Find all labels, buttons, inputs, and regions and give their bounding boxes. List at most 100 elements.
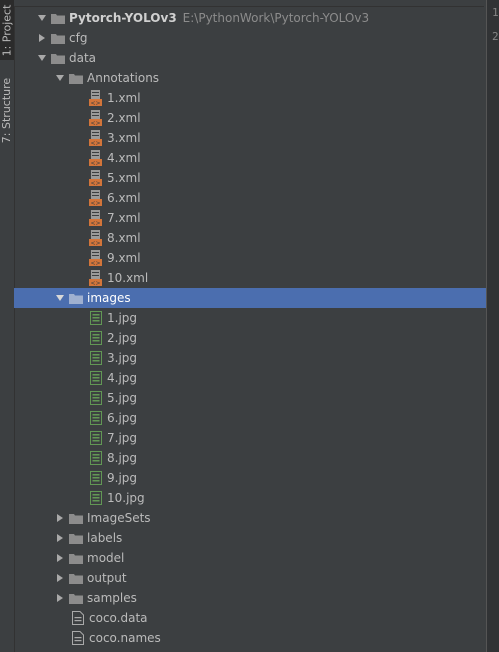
file-label: 9.xml: [107, 251, 141, 265]
project-tree[interactable]: Pytorch-YOLOv3 E:\PythonWork\Pytorch-YOL…: [14, 8, 486, 648]
tree-row-file[interactable]: 8.jpg: [14, 448, 486, 468]
chevron-right-icon[interactable]: [52, 530, 68, 546]
folder-icon: [68, 570, 84, 586]
tree-row-file[interactable]: <> 7.xml: [14, 208, 486, 228]
file-label: 9.jpg: [107, 471, 138, 485]
chevron-down-icon[interactable]: [34, 50, 50, 66]
svg-text:<>: <>: [90, 280, 100, 286]
tree-row-file[interactable]: 7.jpg: [14, 428, 486, 448]
tree-row-file[interactable]: 2.jpg: [14, 328, 486, 348]
folder-label: output: [87, 571, 127, 585]
tree-row-root[interactable]: Pytorch-YOLOv3 E:\PythonWork\Pytorch-YOL…: [14, 8, 486, 28]
tree-row-file[interactable]: coco.data: [14, 608, 486, 628]
folder-label-cfg: cfg: [69, 31, 88, 45]
svg-text:<>: <>: [90, 120, 100, 126]
tree-row-file[interactable]: <> 1.xml: [14, 88, 486, 108]
tree-row-cfg[interactable]: cfg: [14, 28, 486, 48]
xml-file-icon: <>: [88, 150, 104, 166]
svg-text:<>: <>: [90, 260, 100, 266]
tree-row-file[interactable]: 1.jpg: [14, 308, 486, 328]
tree-row-images[interactable]: images: [14, 288, 486, 308]
image-file-icon: [88, 350, 104, 366]
folder-label-data: data: [69, 51, 97, 65]
editor-line-gutter: 1 2: [486, 0, 499, 652]
folder-icon: [68, 530, 84, 546]
structure-tool-tab[interactable]: 7: Structure: [0, 70, 14, 150]
project-tool-tab[interactable]: 1: Project: [0, 0, 14, 60]
file-label: 10.jpg: [107, 491, 145, 505]
tree-row-file[interactable]: 6.jpg: [14, 408, 486, 428]
file-label: 8.jpg: [107, 451, 138, 465]
chevron-right-icon[interactable]: [34, 30, 50, 46]
chevron-down-icon[interactable]: [34, 10, 50, 26]
tree-row-file[interactable]: <> 3.xml: [14, 128, 486, 148]
folder-icon: [50, 10, 66, 26]
svg-text:<>: <>: [90, 140, 100, 146]
tree-row-file[interactable]: 10.jpg: [14, 488, 486, 508]
file-label: 7.jpg: [107, 431, 138, 445]
image-file-icon: [88, 490, 104, 506]
folder-icon: [68, 510, 84, 526]
tree-row-file[interactable]: <> 9.xml: [14, 248, 486, 268]
tree-row-file[interactable]: <> 5.xml: [14, 168, 486, 188]
tree-row-file[interactable]: <> 6.xml: [14, 188, 486, 208]
tree-row-file[interactable]: <> 4.xml: [14, 148, 486, 168]
file-label: 3.xml: [107, 131, 141, 145]
tree-row-file[interactable]: 3.jpg: [14, 348, 486, 368]
tree-row-file[interactable]: <> 2.xml: [14, 108, 486, 128]
file-label: 2.jpg: [107, 331, 138, 345]
xml-file-icon: <>: [88, 230, 104, 246]
folder-label-annotations: Annotations: [87, 71, 160, 85]
folder-icon: [68, 290, 84, 306]
tree-row-data[interactable]: data: [14, 48, 486, 68]
file-label: 4.jpg: [107, 371, 138, 385]
chevron-down-icon[interactable]: [52, 290, 68, 306]
image-file-icon: [88, 430, 104, 446]
svg-text:<>: <>: [90, 100, 100, 106]
chevron-right-icon[interactable]: [52, 570, 68, 586]
structure-tab-label: 7: Structure: [0, 77, 14, 143]
file-label: coco.names: [89, 631, 161, 645]
image-file-icon: [88, 330, 104, 346]
folder-label: labels: [87, 531, 123, 545]
folder-icon: [50, 50, 66, 66]
image-file-icon: [88, 370, 104, 386]
tree-row-file[interactable]: 5.jpg: [14, 388, 486, 408]
folder-label: ImageSets: [87, 511, 151, 525]
tree-row-file[interactable]: coco.names: [14, 628, 486, 648]
image-file-icon: [88, 450, 104, 466]
tree-row-folder[interactable]: output: [14, 568, 486, 588]
folder-icon: [68, 70, 84, 86]
xml-file-icon: <>: [88, 270, 104, 286]
folder-label-images: images: [87, 291, 131, 305]
file-label: 8.xml: [107, 231, 141, 245]
tree-row-folder[interactable]: labels: [14, 528, 486, 548]
tree-row-file[interactable]: <> 10.xml: [14, 268, 486, 288]
tree-row-folder[interactable]: samples: [14, 588, 486, 608]
file-label: 1.xml: [107, 91, 141, 105]
data-file-list: coco.data coco.names: [14, 608, 486, 648]
tree-row-file[interactable]: 9.jpg: [14, 468, 486, 488]
text-file-icon: [70, 630, 86, 646]
chevron-down-icon[interactable]: [52, 70, 68, 86]
project-tab-label: 1: Project: [0, 4, 14, 56]
tree-row-folder[interactable]: model: [14, 548, 486, 568]
chevron-right-icon[interactable]: [52, 590, 68, 606]
tree-row-file[interactable]: <> 8.xml: [14, 228, 486, 248]
file-label: 5.jpg: [107, 391, 138, 405]
tool-window-bar: 1: Project 7: Structure: [0, 0, 15, 652]
tree-row-file[interactable]: 4.jpg: [14, 368, 486, 388]
chevron-right-icon[interactable]: [52, 550, 68, 566]
image-file-icon: [88, 410, 104, 426]
image-file-icon: [88, 390, 104, 406]
file-label: 10.xml: [107, 271, 149, 285]
file-label: 2.xml: [107, 111, 141, 125]
chevron-right-icon[interactable]: [52, 510, 68, 526]
file-label: 6.jpg: [107, 411, 138, 425]
tree-row-annotations[interactable]: Annotations: [14, 68, 486, 88]
root-folder-label: Pytorch-YOLOv3: [69, 11, 177, 25]
xml-file-icon: <>: [88, 170, 104, 186]
folder-icon: [68, 550, 84, 566]
tree-row-folder[interactable]: ImageSets: [14, 508, 486, 528]
file-label: 1.jpg: [107, 311, 138, 325]
